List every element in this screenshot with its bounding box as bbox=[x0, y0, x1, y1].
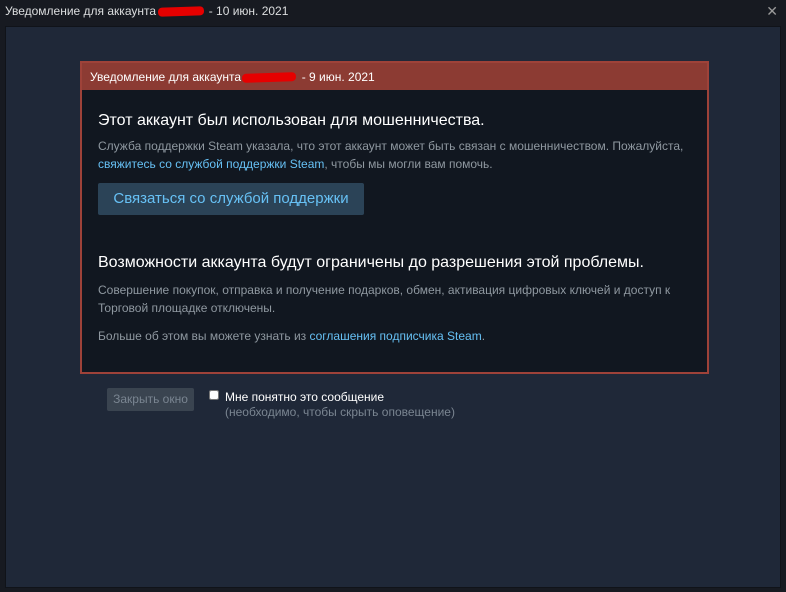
warning-header-text: Уведомление для аккаунта - 9 июн. 2021 bbox=[90, 70, 375, 84]
close-icon[interactable]: ✕ bbox=[766, 4, 778, 18]
window-title-prefix: Уведомление для аккаунта bbox=[5, 4, 157, 18]
warning-header-prefix: Уведомление для аккаунта bbox=[90, 70, 242, 84]
acknowledge-hint: (необходимо, чтобы скрыть оповещение) bbox=[225, 405, 455, 419]
window-content: Уведомление для аккаунта - 9 июн. 2021 Э… bbox=[5, 26, 781, 588]
more-info-text: Больше об этом вы можете узнать из согла… bbox=[98, 327, 698, 345]
acknowledge-label[interactable]: Мне понятно это сообщение bbox=[225, 390, 384, 404]
window-title: Уведомление для аккаунта - 10 июн. 2021 bbox=[5, 4, 288, 18]
redacted-account-name bbox=[242, 72, 297, 84]
more-info-prefix: Больше об этом вы можете узнать из bbox=[98, 329, 307, 343]
close-window-button[interactable]: Закрыть окно bbox=[107, 388, 194, 411]
subscriber-agreement-link[interactable]: соглашения подписчика Steam bbox=[310, 329, 482, 343]
account-warning-panel: Уведомление для аккаунта - 9 июн. 2021 Э… bbox=[80, 61, 709, 374]
redacted-account-name bbox=[158, 6, 205, 18]
contact-support-link[interactable]: свяжитесь со службой поддержки Steam bbox=[98, 157, 324, 171]
warning-header: Уведомление для аккаунта - 9 июн. 2021 bbox=[82, 63, 707, 90]
limitations-description: Совершение покупок, отправка и получение… bbox=[98, 283, 671, 315]
window-title-suffix: - 10 июн. 2021 bbox=[208, 4, 289, 18]
acknowledge-checkbox[interactable] bbox=[209, 390, 219, 400]
steam-notice-window: Уведомление для аккаунта - 10 июн. 2021 … bbox=[0, 0, 786, 592]
title-bar: Уведомление для аккаунта - 10 июн. 2021 … bbox=[0, 0, 786, 24]
more-info-end: . bbox=[481, 329, 486, 343]
warning-header-suffix: - 9 июн. 2021 bbox=[301, 70, 375, 84]
fraud-heading: Этот аккаунт был использован для мошенни… bbox=[98, 112, 485, 129]
fraud-description: Служба поддержки Steam указала, что этот… bbox=[98, 137, 698, 173]
limitations-heading: Возможности аккаунта будут ограничены до… bbox=[98, 254, 644, 271]
fraud-description-end: , чтобы мы могли вам помочь. bbox=[324, 157, 493, 171]
contact-support-button[interactable]: Связаться со службой поддержки bbox=[98, 183, 364, 215]
fraud-description-text: Служба поддержки Steam указала, что этот… bbox=[98, 139, 684, 153]
